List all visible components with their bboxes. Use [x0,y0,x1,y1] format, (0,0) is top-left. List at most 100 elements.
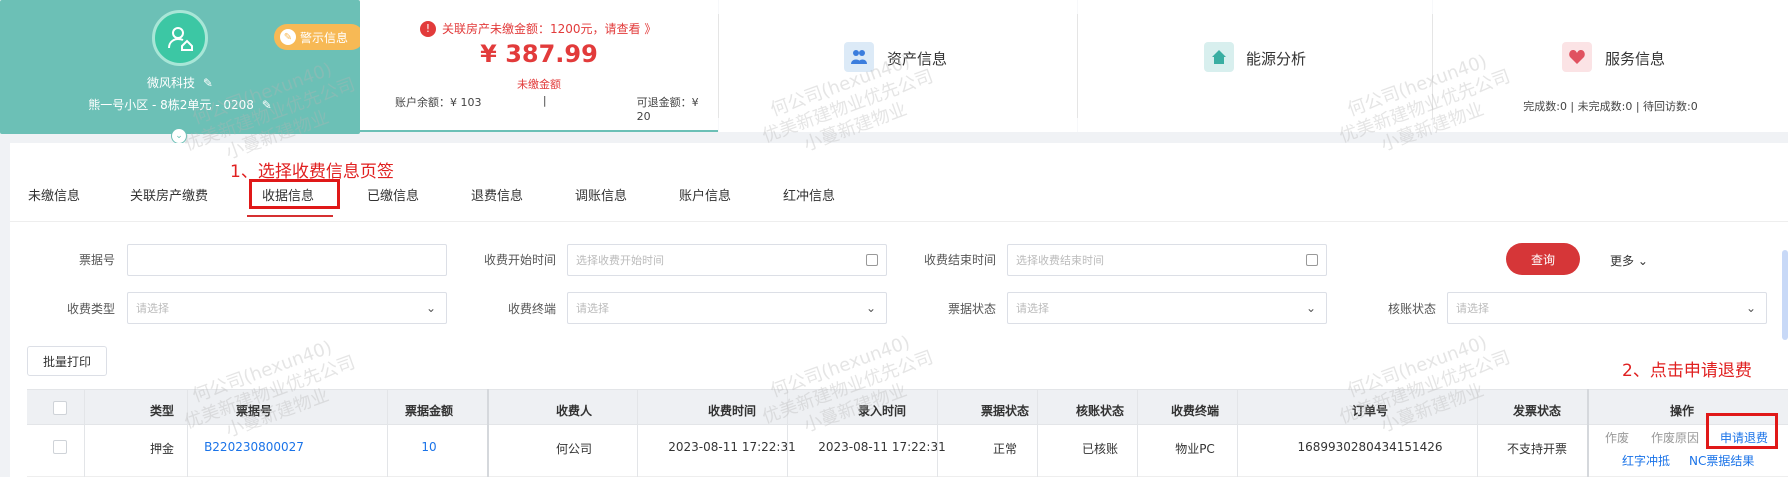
service-info-card[interactable]: 服务信息 完成数:0 | 未完成数:0 | 待回访数:0 [1433,0,1788,132]
col-collector: 收费人 [555,404,592,418]
batch-print-button[interactable]: 批量打印 [27,346,107,376]
nc-result-button[interactable]: NC票据结果 [1689,452,1754,469]
audit-status-placeholder: 请选择 [1456,302,1489,315]
chevron-down-icon: ⌄ [425,301,436,315]
receipt-no-label: 票据号 [78,253,115,267]
chevron-down-icon: ⌄ [1305,301,1316,315]
cell-invoice-status: 不支持开票 [1506,442,1567,456]
col-audit-status: 核账状态 [1075,404,1124,418]
edit-address-icon[interactable]: ✎ [262,98,272,112]
grid-line [187,389,188,477]
grid-line [937,389,938,477]
grid-line [387,389,388,477]
end-time-placeholder: 选择收费结束时间 [1016,254,1104,267]
tab-paid[interactable]: 已缴信息 [367,185,419,204]
arrears-amount: ¥ 387.99 [480,40,598,68]
start-time-picker[interactable]: 选择收费开始时间 [567,244,887,276]
audit-status-select[interactable]: 请选择 ⌄ [1447,292,1767,324]
grid-line [1137,389,1138,477]
home-icon [1204,42,1234,72]
end-time-picker[interactable]: 选择收费结束时间 [1007,244,1327,276]
tab-refund[interactable]: 退费信息 [471,185,523,204]
energy-analysis-title: 能源分析 [1246,50,1307,68]
edit-company-icon[interactable]: ✎ [203,76,213,90]
charge-type-placeholder: 请选择 [136,302,169,315]
tab-account[interactable]: 账户信息 [679,185,731,204]
void-button[interactable]: 作废 [1605,429,1629,446]
user-avatar-icon [152,10,208,66]
scrollbar[interactable] [1782,250,1788,340]
related-arrears-alert[interactable]: ! 关联房产未缴金额：1200元，请查看 》 [420,20,656,37]
receipt-status-label: 票据状态 [947,302,996,316]
select-all-checkbox[interactable] [53,401,67,415]
query-button[interactable]: 查询 [1506,243,1580,275]
col-terminal: 收费终端 [1170,404,1219,418]
col-receipt-no: 票据号 [235,404,272,418]
calendar-icon [866,254,878,266]
pencil-icon: ✎ [280,29,296,45]
warning-info-label: 警示信息 [300,30,349,45]
receipt-no-input[interactable] [127,244,447,276]
arrears-panel: ! 关联房产未缴金额：1200元，请查看 》 ¥ 387.99 未缴金额 账户余… [360,0,718,132]
tab-related-property-payment[interactable]: 关联房产缴费 [130,185,208,204]
red-offset-button[interactable]: 红字冲抵 [1622,452,1670,469]
heart-icon [1562,42,1592,72]
collapse-chevron-icon[interactable]: ⌄ [171,128,187,144]
calendar-icon [1306,254,1318,266]
asset-info-title: 资产信息 [887,50,948,68]
table-row: 押金 B220230800027 10 何公司 2023-08-11 17:22… [27,425,1788,477]
tab-adjustment[interactable]: 调账信息 [575,185,627,204]
customer-profile-card: ✎ 警示信息 微风科技 ✎ 熊一号小区 - 8栋2单元 - 0208 ✎ ⌄ [0,0,364,144]
receipt-status-select[interactable]: 请选择 ⌄ [1007,292,1327,324]
step1-highlight-box [249,179,340,209]
terminal-select[interactable]: 请选择 ⌄ [567,292,887,324]
cell-receipt-no[interactable]: B220230800027 [189,440,319,454]
balance-separator: | [542,94,547,107]
related-arrears-text: 关联房产未缴金额：1200元，请查看 》 [442,22,657,36]
grid-line [1587,389,1589,477]
active-tab-indicator [247,215,333,217]
warning-info-button[interactable]: ✎ 警示信息 [274,24,364,50]
account-balance: 账户余额：¥ 103 [395,96,482,109]
col-charge-time: 收费时间 [707,404,756,418]
col-receipt-status: 票据状态 [980,404,1029,418]
grid-line [1037,389,1038,477]
grid-line [84,389,85,477]
audit-status-label: 核账状态 [1387,302,1436,316]
charge-type-label: 收费类型 [66,302,115,316]
cell-charge-time: 2023-08-11 17:22:31 [668,440,796,454]
tab-red-offset[interactable]: 红冲信息 [783,185,835,204]
table-header: 类型 票据号 票据金额 收费人 收费时间 录入时间 票据状态 核账状态 收费终端… [27,389,1788,425]
house-address: 熊一号小区 - 8栋2单元 - 0208 ✎ [0,96,360,113]
cell-order-no: 1689930280434151426 [1297,440,1443,454]
company-name-text: 微风科技 [147,76,196,90]
cell-entry-time: 2023-08-11 17:22:31 [818,440,946,454]
refundable-amount: 可退金额：¥ 20 [636,96,699,123]
terminal-label: 收费终端 [507,302,556,316]
charge-type-select[interactable]: 请选择 ⌄ [127,292,447,324]
void-reason-button[interactable]: 作废原因 [1651,429,1699,446]
balance-row: 账户余额：¥ 103 | 可退金额：¥ 20 [395,94,715,123]
chevron-down-icon: ⌄ [1745,301,1756,315]
row-checkbox[interactable] [53,440,67,454]
cell-collector: 何公司 [555,442,592,456]
grid-line [1477,389,1478,477]
chevron-down-icon: ⌄ [1637,254,1648,268]
alert-icon: ! [420,20,436,37]
step2-highlight-box [1706,413,1778,449]
cell-amount[interactable]: 10 [389,440,469,454]
grid-line [787,389,788,477]
energy-analysis-card[interactable]: 能源分析 [1078,0,1432,132]
service-stats: 完成数:0 | 未完成数:0 | 待回访数:0 [1523,100,1698,113]
tab-unpaid[interactable]: 未缴信息 [28,185,80,204]
receipt-status-placeholder: 请选择 [1016,302,1049,315]
page-root: ✎ 警示信息 微风科技 ✎ 熊一号小区 - 8栋2单元 - 0208 ✎ ⌄ !… [0,0,1788,477]
start-time-label: 收费开始时间 [483,253,556,267]
start-time-placeholder: 选择收费开始时间 [576,254,664,267]
col-order-no: 订单号 [1351,404,1388,418]
asset-info-card[interactable]: 资产信息 [719,0,1077,132]
tab-divider [10,221,1788,222]
col-invoice-status: 发票状态 [1512,404,1561,418]
more-filters-button[interactable]: 更多 ⌄ [1610,252,1648,269]
cell-audit-status: 已核账 [1081,442,1118,456]
